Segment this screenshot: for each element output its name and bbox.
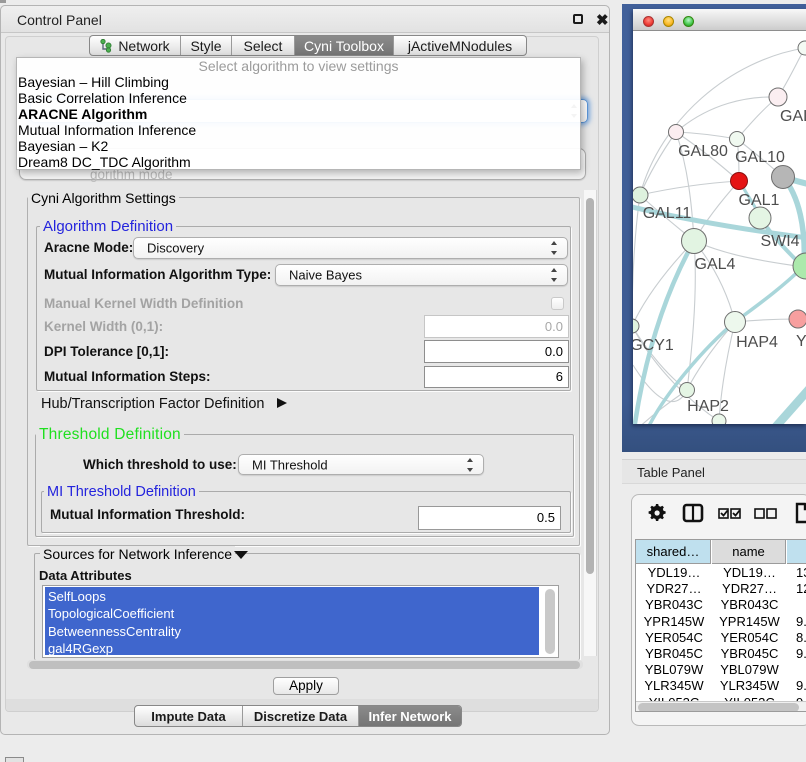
- svg-text:GAL11: GAL11: [643, 205, 692, 222]
- svg-text:HAP2: HAP2: [687, 398, 729, 415]
- svg-text:HAP4: HAP4: [736, 334, 778, 351]
- svg-text:GAL: GAL: [780, 108, 806, 125]
- svg-text:SWI4: SWI4: [760, 233, 799, 250]
- svg-text:Y: Y: [796, 333, 806, 350]
- svg-text:GAL80: GAL80: [678, 143, 728, 160]
- svg-text:GAL1: GAL1: [739, 192, 780, 209]
- svg-text:GAL10: GAL10: [735, 149, 785, 166]
- svg-text:GAL4: GAL4: [695, 256, 736, 273]
- svg-text:GCY1: GCY1: [633, 337, 674, 354]
